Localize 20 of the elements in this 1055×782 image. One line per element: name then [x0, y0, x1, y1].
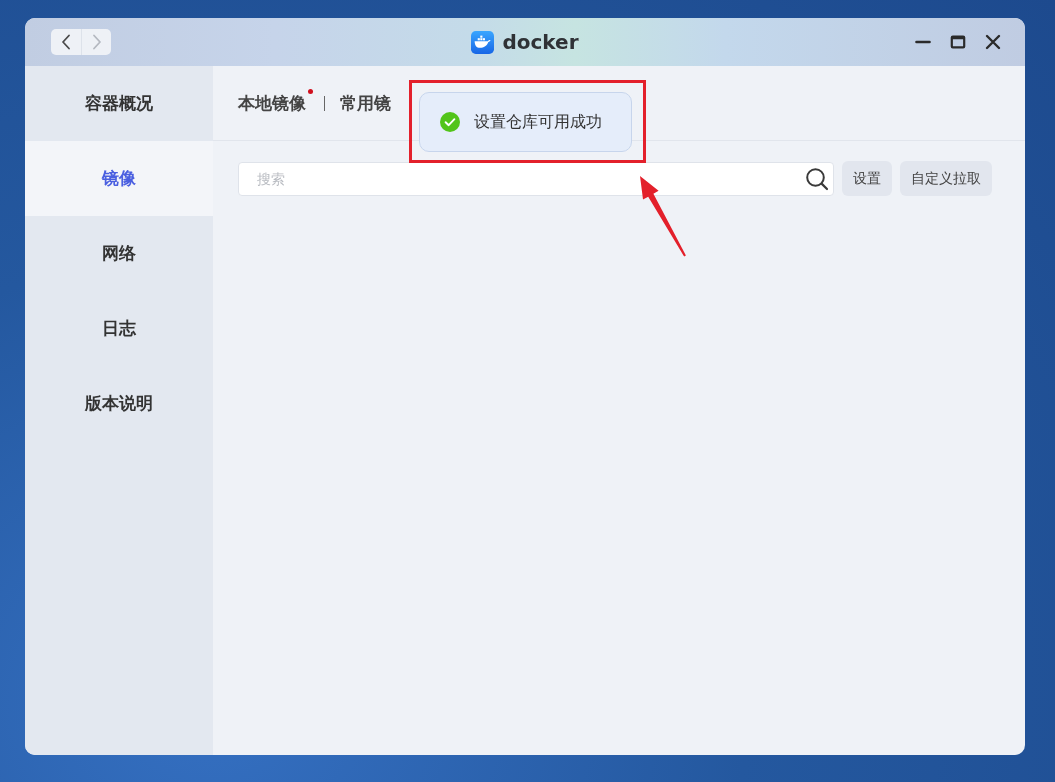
- toolbar-button[interactable]: 设置: [842, 161, 892, 196]
- sidebar-item[interactable]: 日志: [25, 291, 213, 366]
- sidebar-item[interactable]: 镜像: [25, 141, 213, 216]
- search-field[interactable]: 搜索: [238, 161, 834, 196]
- close-button[interactable]: [985, 34, 1001, 50]
- maximize-icon: [950, 34, 966, 50]
- sidebar-item[interactable]: 版本说明: [25, 366, 213, 441]
- sidebar-item[interactable]: 网络: [25, 216, 213, 291]
- chevron-right-icon: [91, 34, 102, 50]
- search-icon[interactable]: [805, 166, 829, 191]
- window-title: docker: [502, 30, 579, 54]
- sidebar-item[interactable]: 容器概况: [25, 66, 213, 141]
- toolbar-button[interactable]: 自定义拉取: [900, 161, 992, 196]
- tab[interactable]: 常用镜: [340, 91, 399, 115]
- whale-logo-icon: [471, 30, 495, 54]
- chevron-left-icon: [61, 34, 71, 50]
- tab[interactable]: 本地镜像: [238, 91, 314, 115]
- toast-text: 设置仓库可用成功: [474, 111, 602, 133]
- maximize-button[interactable]: [950, 34, 966, 50]
- close-icon: [985, 34, 1001, 50]
